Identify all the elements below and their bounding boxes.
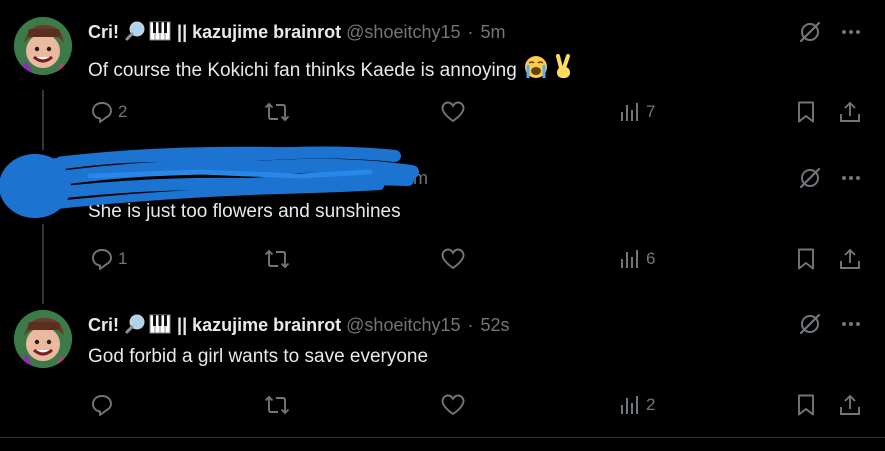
author-name[interactable]: Cri! bbox=[88, 22, 119, 42]
views-button[interactable]: 7 bbox=[618, 97, 655, 127]
author-name[interactable]: Cri! bbox=[88, 315, 119, 335]
share-button[interactable] bbox=[838, 244, 862, 274]
separator-dot: · bbox=[467, 22, 474, 42]
author-handle[interactable]: @shoeitchy15 bbox=[346, 315, 460, 335]
tweet-header: Cri! || kazujime brainrot @shoeitchy15 ·… bbox=[88, 313, 510, 337]
bookmark-icon bbox=[798, 101, 814, 123]
victory-hand-emoji bbox=[551, 54, 575, 87]
reply-button[interactable]: 1 bbox=[90, 244, 127, 274]
avatar[interactable] bbox=[14, 17, 72, 75]
tweet-actions: 2 bbox=[88, 390, 878, 420]
retweet-button[interactable] bbox=[264, 390, 290, 420]
analytics-icon bbox=[621, 103, 638, 121]
bookmark-button[interactable] bbox=[794, 97, 818, 127]
views-button[interactable]: 2 bbox=[618, 390, 655, 420]
views-count: 6 bbox=[646, 249, 656, 268]
retweet-button[interactable] bbox=[264, 244, 290, 274]
tweet[interactable]: Cri! || kazujime brainrot @shoeitchy15 ·… bbox=[0, 296, 885, 438]
author-handle[interactable]: @shoeitchy15 bbox=[346, 22, 460, 42]
tweet-actions: 2 7 bbox=[88, 97, 878, 127]
magnifying-glass-emoji bbox=[125, 21, 147, 47]
retweet-button[interactable] bbox=[264, 97, 290, 127]
loudly-crying-face-emoji bbox=[523, 54, 549, 87]
author-name-suffix[interactable]: || kazujime brainrot bbox=[177, 22, 341, 42]
tweet-text-content: Of course the Kokichi fan thinks Kaede i… bbox=[88, 60, 517, 81]
tweet-text: Of course the Kokichi fan thinks Kaede i… bbox=[88, 54, 576, 87]
tweet[interactable]: Cri! || kazujime brainrot @shoeitchy15 ·… bbox=[0, 0, 885, 150]
author-name-suffix[interactable]: || kazujime brainrot bbox=[177, 315, 341, 335]
piano-keys-emoji bbox=[149, 21, 171, 47]
reply-count: 1 bbox=[118, 249, 128, 268]
like-button[interactable] bbox=[440, 97, 466, 127]
reply-button[interactable]: 2 bbox=[90, 97, 127, 127]
views-count: 2 bbox=[646, 395, 656, 414]
bookmark-button[interactable] bbox=[794, 244, 818, 274]
share-icon bbox=[840, 248, 860, 269]
like-button[interactable] bbox=[440, 244, 466, 274]
reply-count: 2 bbox=[118, 102, 128, 121]
reply-button[interactable] bbox=[90, 390, 118, 420]
heart-icon bbox=[441, 394, 465, 416]
grok-icon[interactable] bbox=[797, 19, 823, 45]
magnifying-glass-emoji bbox=[125, 314, 147, 340]
separator-dot: · bbox=[467, 315, 474, 335]
tweet-time[interactable]: 5m bbox=[481, 22, 506, 42]
avatar[interactable] bbox=[14, 310, 72, 368]
redaction-scribble bbox=[0, 142, 430, 237]
tweet-time[interactable]: 52s bbox=[481, 315, 510, 335]
retweet-icon bbox=[264, 395, 290, 415]
reply-icon bbox=[92, 102, 112, 123]
views-button[interactable]: 6 bbox=[618, 244, 655, 274]
piano-keys-emoji bbox=[149, 314, 171, 340]
analytics-icon bbox=[621, 250, 638, 268]
grok-icon[interactable] bbox=[797, 165, 823, 191]
tweet-header: Cri! || kazujime brainrot @shoeitchy15 ·… bbox=[88, 20, 506, 44]
heart-icon bbox=[441, 101, 465, 123]
more-icon[interactable] bbox=[838, 165, 864, 191]
grok-icon[interactable] bbox=[797, 311, 823, 337]
tweet-text: God forbid a girl wants to save everyone bbox=[88, 346, 429, 367]
tweet-actions: 1 6 bbox=[88, 244, 878, 274]
reply-icon bbox=[92, 395, 112, 416]
divider bbox=[0, 437, 885, 438]
bookmark-icon bbox=[798, 248, 814, 270]
bookmark-button[interactable] bbox=[794, 390, 818, 420]
more-icon[interactable] bbox=[838, 19, 864, 45]
share-button[interactable] bbox=[838, 97, 862, 127]
views-count: 7 bbox=[646, 102, 656, 121]
retweet-icon bbox=[264, 249, 290, 269]
more-icon[interactable] bbox=[838, 311, 864, 337]
reply-icon bbox=[92, 249, 112, 270]
bookmark-icon bbox=[798, 394, 814, 416]
share-icon bbox=[840, 101, 860, 122]
retweet-icon bbox=[264, 102, 290, 122]
share-icon bbox=[840, 394, 860, 415]
heart-icon bbox=[441, 248, 465, 270]
share-button[interactable] bbox=[838, 390, 862, 420]
like-button[interactable] bbox=[440, 390, 466, 420]
analytics-icon bbox=[621, 396, 638, 414]
